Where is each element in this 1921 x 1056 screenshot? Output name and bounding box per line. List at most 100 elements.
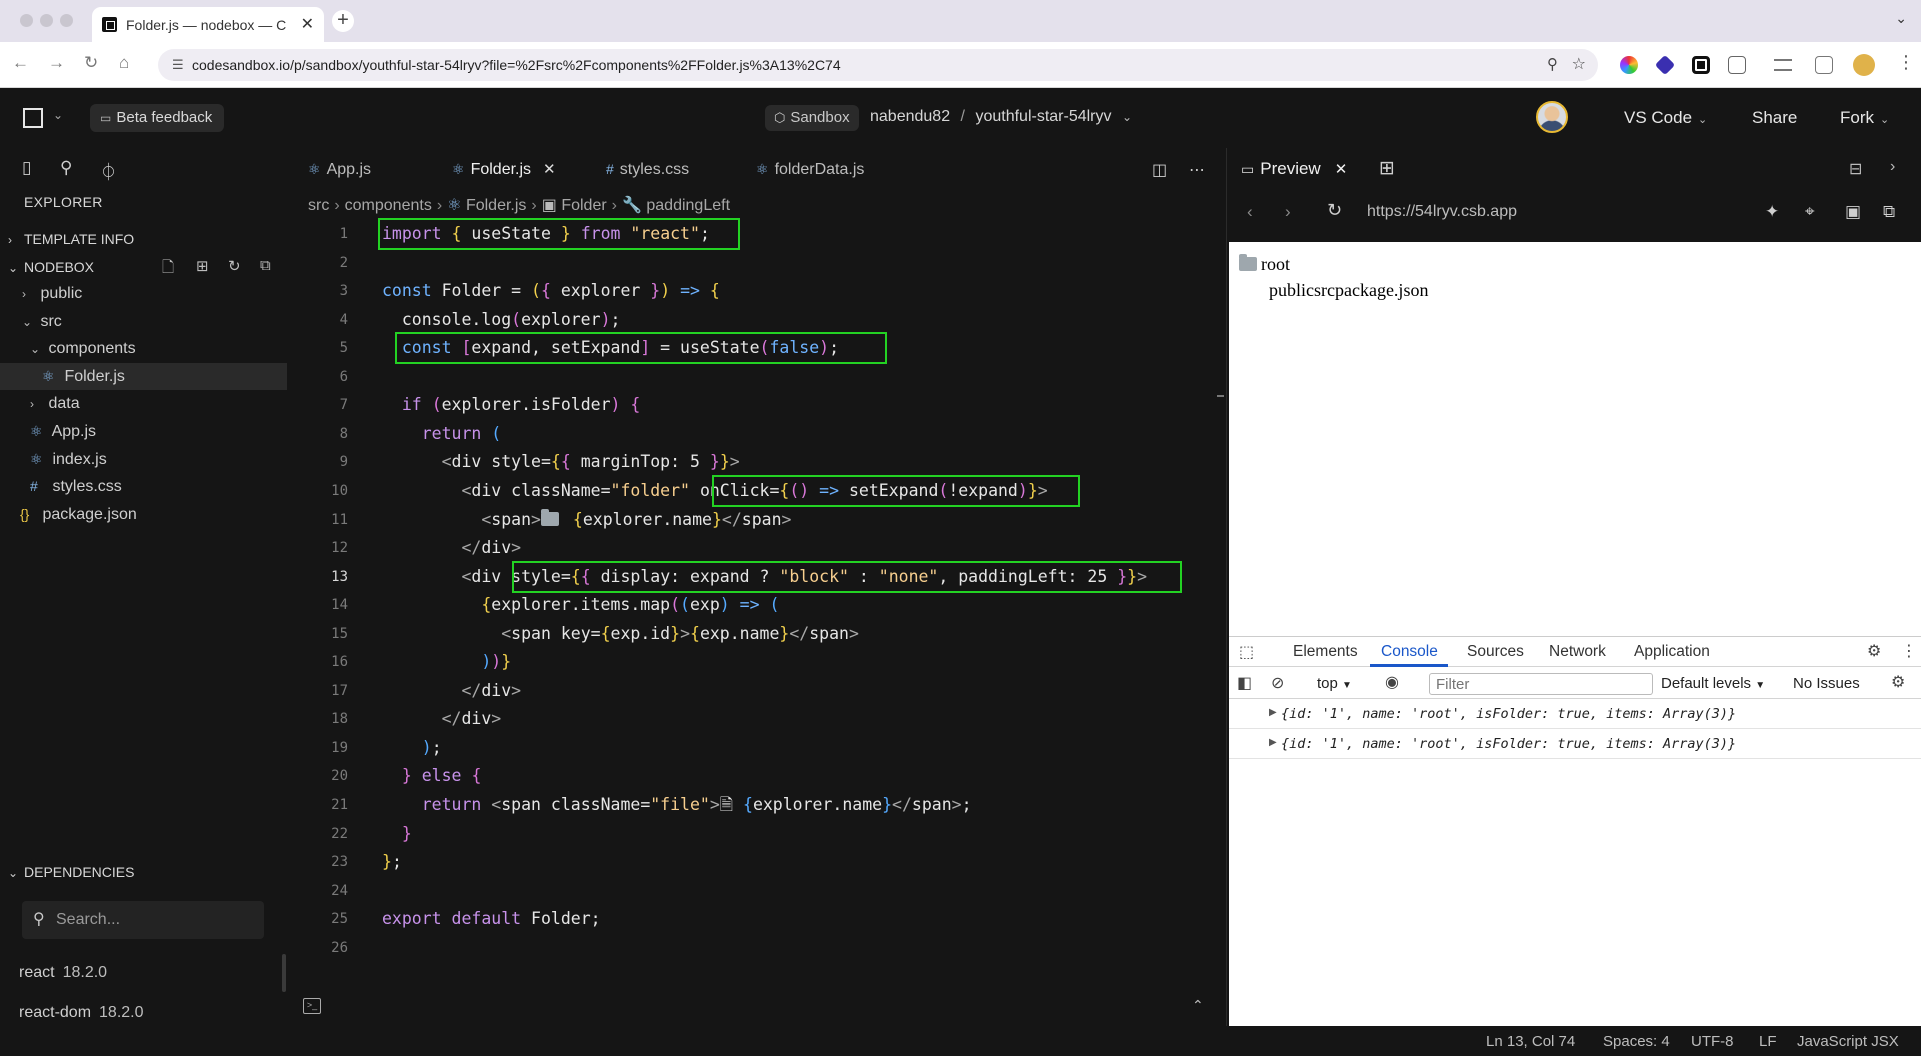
new-folder-icon[interactable]: ⊞ bbox=[196, 257, 209, 275]
forward-icon[interactable]: › bbox=[1285, 202, 1291, 222]
eye-icon[interactable]: ◉ bbox=[1385, 672, 1399, 692]
vscode-button[interactable]: VS Code ⌄ bbox=[1624, 108, 1707, 128]
new-file-icon[interactable]: 🗋 bbox=[162, 257, 174, 282]
settings-gear-icon[interactable]: ⚙ bbox=[1867, 641, 1881, 661]
more-actions-icon[interactable]: ⋯ bbox=[1189, 160, 1205, 180]
context-select[interactable]: top ▼ bbox=[1317, 675, 1352, 692]
preview-url[interactable]: https://54lryv.csb.app bbox=[1367, 203, 1517, 221]
split-editor-icon[interactable]: ◫ bbox=[1152, 160, 1167, 180]
chevron-up-icon[interactable]: ⌃ bbox=[1192, 997, 1204, 1014]
project-name[interactable]: youthful-star-54lryv bbox=[975, 108, 1111, 125]
more-options-icon[interactable]: ⋮ bbox=[1901, 641, 1917, 661]
close-icon[interactable]: ✕ bbox=[543, 161, 556, 178]
file-tree-item[interactable]: {} package.json bbox=[0, 501, 287, 528]
console-icon[interactable]: ▣ bbox=[1845, 202, 1861, 222]
expand-triangle-icon[interactable]: ▶ bbox=[1269, 737, 1277, 748]
file-tree-item[interactable]: ⌄ src bbox=[0, 308, 287, 335]
breadcrumb-item[interactable]: paddingLeft bbox=[646, 197, 730, 214]
user-avatar[interactable] bbox=[1536, 101, 1568, 133]
back-icon[interactable]: ‹ bbox=[1247, 202, 1253, 222]
refresh-icon[interactable]: ↻ bbox=[228, 257, 241, 275]
devtools-tab[interactable]: Elements bbox=[1293, 643, 1358, 661]
browser-menu-icon[interactable]: ⋮ bbox=[1897, 52, 1915, 73]
chevron-right-icon[interactable]: › bbox=[1890, 158, 1895, 176]
language-mode[interactable]: JavaScript JSX bbox=[1797, 1033, 1899, 1050]
zoom-icon[interactable]: ⚲ bbox=[1547, 55, 1558, 73]
home-icon[interactable]: ⌂ bbox=[119, 53, 129, 73]
breadcrumb-item[interactable]: Folder.js bbox=[466, 197, 526, 214]
color-extension-icon[interactable] bbox=[1620, 56, 1638, 74]
crosshair-icon[interactable]: ⌖ bbox=[1805, 202, 1815, 222]
devtools-tab[interactable]: Sources bbox=[1467, 643, 1524, 661]
bookmark-star-icon[interactable]: ☆ bbox=[1572, 54, 1586, 74]
address-bar[interactable]: ☰ codesandbox.io/p/sandbox/youthful-star… bbox=[158, 49, 1598, 81]
extension-icon[interactable] bbox=[1654, 54, 1676, 76]
close-tab-icon[interactable]: ✕ bbox=[301, 14, 314, 34]
files-icon[interactable]: ▯ bbox=[22, 158, 31, 178]
open-external-icon[interactable]: ⧉ bbox=[1883, 202, 1895, 222]
sidebar-toggle-icon[interactable]: ◧ bbox=[1237, 673, 1252, 693]
editor-tab[interactable]: ⚛ Folder.js ✕ bbox=[452, 148, 556, 190]
chevron-down-icon[interactable]: ⌄ bbox=[1122, 110, 1132, 124]
console-settings-icon[interactable]: ⚙ bbox=[1891, 672, 1905, 692]
reload-icon[interactable]: ↻ bbox=[1327, 200, 1342, 221]
line-ending[interactable]: LF bbox=[1759, 1033, 1777, 1050]
editor-tab[interactable]: ⚛ App.js bbox=[308, 148, 371, 190]
dependency-item[interactable]: react-dom 18.2.0 bbox=[19, 1004, 144, 1022]
project-breadcrumb[interactable]: nabendu82 / youthful-star-54lryv ⌄ bbox=[870, 108, 1132, 126]
close-icon[interactable]: ✕ bbox=[1335, 161, 1348, 178]
clear-console-icon[interactable]: ⊘ bbox=[1271, 673, 1284, 693]
reading-list-icon[interactable] bbox=[1774, 59, 1792, 71]
breadcrumb-item[interactable]: src bbox=[308, 197, 329, 214]
dependency-item[interactable]: react 18.2.0 bbox=[19, 964, 107, 982]
dependency-search-input[interactable] bbox=[56, 909, 252, 931]
inspect-element-icon[interactable]: ⬚ bbox=[1239, 642, 1254, 662]
file-tree-item[interactable]: # styles.css bbox=[0, 473, 287, 500]
root-folder-row[interactable]: root bbox=[1239, 254, 1290, 275]
editor-tab[interactable]: ⚛ folderData.js bbox=[756, 148, 864, 190]
add-tab-icon[interactable]: ⊞ bbox=[1379, 157, 1395, 180]
beta-feedback-button[interactable]: ▭ Beta feedback bbox=[90, 104, 225, 132]
breadcrumb-item[interactable]: Folder bbox=[561, 197, 606, 214]
git-icon[interactable]: ⏀ bbox=[100, 158, 117, 183]
terminal-icon[interactable]: >_ bbox=[303, 998, 321, 1014]
sidebar-scrollbar[interactable] bbox=[282, 954, 286, 992]
issues-button[interactable]: No Issues bbox=[1793, 675, 1860, 692]
layout-icon[interactable]: ⊟ bbox=[1849, 159, 1862, 179]
extension-icon[interactable] bbox=[1692, 56, 1710, 74]
back-icon[interactable]: ← bbox=[12, 53, 29, 73]
nodebox-section[interactable]: ⌄ NODEBOX bbox=[8, 259, 94, 275]
dependencies-section[interactable]: ⌄ DEPENDENCIES bbox=[8, 864, 134, 880]
profile-avatar[interactable] bbox=[1853, 54, 1875, 76]
forward-icon[interactable]: → bbox=[48, 53, 65, 73]
breadcrumb-item[interactable]: components bbox=[345, 197, 432, 214]
side-panel-icon[interactable] bbox=[1815, 56, 1833, 74]
editor-tab[interactable]: # styles.css bbox=[606, 148, 689, 190]
chevron-down-icon[interactable]: ⌄ bbox=[53, 108, 63, 122]
dependency-search[interactable]: ⚲ bbox=[22, 901, 264, 939]
preview-tab[interactable]: ▭ Preview ✕ bbox=[1241, 159, 1347, 179]
console-log-entry[interactable]: ▶ {id: '1', name: 'root', isFolder: true,… bbox=[1229, 701, 1921, 729]
minimize-window-dot[interactable] bbox=[40, 14, 53, 27]
log-levels-select[interactable]: Default levels ▼ bbox=[1661, 675, 1765, 692]
close-window-dot[interactable] bbox=[20, 14, 33, 27]
site-info-icon[interactable]: ☰ bbox=[172, 57, 184, 73]
zoom-window-dot[interactable] bbox=[60, 14, 73, 27]
browser-tab[interactable]: Folder.js — nodebox — Code ✕ bbox=[92, 7, 324, 42]
address-url[interactable]: codesandbox.io/p/sandbox/youthful-star-5… bbox=[192, 57, 841, 73]
devtools-tab[interactable]: Application bbox=[1634, 643, 1710, 661]
tab-search-icon[interactable]: ⌄ bbox=[1895, 10, 1907, 27]
search-icon[interactable]: ⚲ bbox=[60, 158, 72, 178]
console-filter-input[interactable] bbox=[1429, 673, 1653, 695]
devtools-tab[interactable]: Console bbox=[1381, 643, 1438, 661]
console-log-entry[interactable]: ▶ {id: '1', name: 'root', isFolder: true,… bbox=[1229, 731, 1921, 759]
file-tree-item[interactable]: ⚛ index.js bbox=[0, 446, 287, 473]
file-tree-item[interactable]: › public bbox=[0, 280, 287, 307]
file-tree-item[interactable]: ⚛ App.js bbox=[0, 418, 287, 445]
reload-icon[interactable]: ↻ bbox=[84, 53, 98, 73]
collapse-all-icon[interactable]: ⧉ bbox=[260, 257, 271, 274]
fork-button[interactable]: Fork ⌄ bbox=[1840, 108, 1889, 128]
cursor-position[interactable]: Ln 13, Col 74 bbox=[1486, 1033, 1575, 1050]
owner-name[interactable]: nabendu82 bbox=[870, 108, 950, 125]
indentation[interactable]: Spaces: 4 bbox=[1603, 1033, 1670, 1050]
